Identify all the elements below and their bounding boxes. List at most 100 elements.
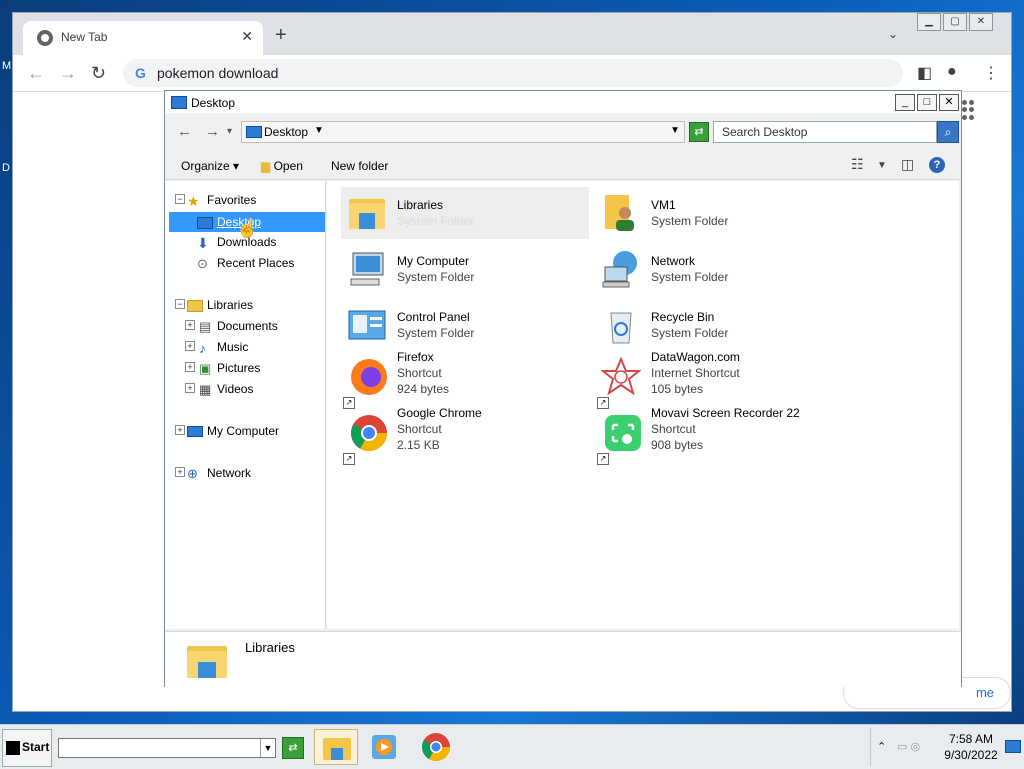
omnibox[interactable]: G pokemon download: [123, 59, 903, 87]
recycle-bin-icon: [610, 312, 632, 344]
search-input[interactable]: Search Desktop: [713, 121, 937, 143]
file-type: System Folder: [651, 270, 729, 284]
collapse-icon[interactable]: −: [175, 299, 185, 309]
file-item-control-panel[interactable]: Control Panel System Folder: [341, 299, 589, 351]
search-icon[interactable]: ⌕: [937, 121, 959, 143]
organize-button[interactable]: Organize ▾: [181, 159, 239, 173]
view-options-icon[interactable]: ☷: [851, 156, 864, 173]
file-item-movavi[interactable]: ↗ Movavi Screen Recorder 22 Shortcut 908…: [595, 403, 843, 465]
desktop-icon: [171, 96, 187, 109]
file-name: VM1: [651, 198, 676, 212]
omnibox-text[interactable]: pokemon download: [157, 65, 278, 81]
nav-item-favorites[interactable]: − ★ Favorites: [165, 191, 325, 209]
minimize-icon[interactable]: ▁: [917, 13, 941, 31]
file-item-vm1[interactable]: VM1 System Folder: [595, 187, 843, 239]
refresh-icon[interactable]: ⇄: [689, 122, 709, 142]
side-panel-icon[interactable]: ◧: [917, 63, 932, 83]
chrome-icon: [350, 415, 387, 452]
address-text[interactable]: Desktop: [264, 125, 308, 139]
profile-icon[interactable]: ●: [947, 63, 957, 81]
address-dropdown-icon[interactable]: ▼: [670, 125, 680, 136]
expand-icon[interactable]: +: [185, 320, 195, 330]
nav-item-pictures[interactable]: + ▣ Pictures: [165, 359, 325, 377]
file-item-libraries[interactable]: Libraries System Folder: [341, 187, 589, 239]
minimize-icon[interactable]: _: [895, 94, 915, 111]
clock-time[interactable]: 7:58 AM: [941, 732, 1001, 746]
file-type: Shortcut: [397, 366, 442, 380]
file-item-datawagon[interactable]: ↗ DataWagon.com Internet Shortcut 105 by…: [595, 347, 843, 409]
network-icon: ⊕: [187, 466, 198, 481]
menu-icon[interactable]: ⋮: [983, 63, 999, 83]
download-icon: ⬇: [197, 235, 209, 251]
explorer-window-controls: _ □ ✕: [895, 94, 959, 111]
show-hidden-icons-icon[interactable]: ⌃: [877, 740, 886, 753]
taskbar-address-input[interactable]: ▼: [58, 738, 276, 758]
details-pane: Libraries: [165, 631, 961, 687]
movavi-icon: [605, 415, 641, 451]
videos-icon: ▦: [199, 382, 212, 397]
preview-pane-icon[interactable]: ◫: [901, 156, 914, 173]
taskbar-explorer[interactable]: [314, 729, 358, 765]
tab-close-icon[interactable]: ✕: [241, 28, 253, 45]
nav-item-music[interactable]: + ♪ Music: [165, 338, 325, 356]
clock-date[interactable]: 9/30/2022: [935, 748, 1007, 762]
address-row: ← → ▾ Desktop ▼ ▼ ⇄ Search Desktop ⌕: [165, 119, 961, 145]
nav-item-documents[interactable]: + ▤ Documents: [165, 317, 325, 335]
forward-icon[interactable]: →: [59, 63, 77, 84]
expand-icon[interactable]: +: [185, 362, 195, 372]
tab-new-tab[interactable]: New Tab ✕: [23, 21, 263, 55]
recent-pages-icon[interactable]: ▾: [227, 126, 232, 137]
new-tab-button[interactable]: +: [275, 25, 287, 45]
maximize-icon[interactable]: ▢: [943, 13, 967, 31]
nav-item-videos[interactable]: + ▦ Videos: [165, 380, 325, 398]
back-icon[interactable]: ←: [27, 63, 45, 84]
help-icon[interactable]: ?: [929, 157, 945, 173]
file-item-recycle-bin[interactable]: Recycle Bin System Folder: [595, 299, 843, 351]
close-icon[interactable]: ✕: [969, 13, 993, 31]
file-item-text: Control Panel System Folder: [397, 309, 474, 341]
breadcrumb-chevron-icon[interactable]: ▼: [314, 125, 324, 136]
new-folder-button[interactable]: New folder: [331, 159, 388, 173]
firefox-icon: [351, 359, 387, 395]
expand-icon[interactable]: +: [185, 341, 195, 351]
file-item-firefox[interactable]: ↗ Firefox Shortcut 924 bytes: [341, 347, 589, 409]
forward-icon[interactable]: →: [205, 123, 220, 140]
nav-item-libraries[interactable]: − Libraries: [165, 296, 325, 314]
taskbar-media-player[interactable]: [362, 729, 406, 765]
tab-search-icon[interactable]: ⌄: [888, 27, 898, 41]
dropdown-icon[interactable]: ▼: [260, 739, 275, 757]
tab-strip: New Tab ✕ + ⌄ ▁ ▢ ✕: [13, 13, 1011, 55]
address-bar[interactable]: Desktop ▼ ▼: [241, 121, 685, 143]
open-button[interactable]: ▆ Open: [261, 159, 303, 173]
expand-icon[interactable]: +: [175, 467, 185, 477]
go-icon[interactable]: ⇄: [282, 737, 304, 759]
file-type: System Folder: [397, 270, 475, 284]
desktop-icon: [197, 217, 213, 229]
hand-cursor-icon: ☝: [236, 218, 259, 238]
reload-icon[interactable]: ↻: [91, 63, 106, 84]
file-name: Movavi Screen Recorder 22: [651, 406, 800, 420]
view-dropdown-icon[interactable]: ▼: [877, 160, 887, 171]
nav-label: Music: [217, 340, 249, 354]
collapse-icon[interactable]: −: [175, 194, 185, 204]
expand-icon[interactable]: +: [185, 383, 195, 393]
start-button[interactable]: Start: [2, 729, 52, 767]
nav-label: Videos: [217, 382, 254, 396]
back-icon[interactable]: ←: [177, 123, 192, 140]
show-desktop-icon[interactable]: [1005, 740, 1021, 753]
nav-item-my-computer[interactable]: + My Computer: [165, 422, 325, 440]
content-pane: Libraries System Folder VM1 System Folde…: [327, 181, 959, 629]
file-item-google-chrome[interactable]: ↗ Google Chrome Shortcut 2.15 KB: [341, 403, 589, 465]
nav-item-recent-places[interactable]: ⊙ Recent Places: [165, 254, 325, 272]
taskbar-chrome[interactable]: [414, 729, 458, 765]
shortcut-arrow-icon: ↗: [597, 453, 609, 465]
file-item-my-computer[interactable]: My Computer System Folder: [341, 243, 589, 295]
nav-item-network[interactable]: + ⊕ Network: [165, 464, 325, 482]
maximize-icon[interactable]: □: [917, 94, 937, 111]
file-item-network[interactable]: Network System Folder: [595, 243, 843, 295]
file-size: 105 bytes: [651, 382, 704, 396]
chrome-favicon-icon: [37, 30, 53, 46]
expand-icon[interactable]: +: [175, 425, 185, 435]
file-name: Control Panel: [397, 310, 470, 324]
close-icon[interactable]: ✕: [939, 94, 959, 111]
